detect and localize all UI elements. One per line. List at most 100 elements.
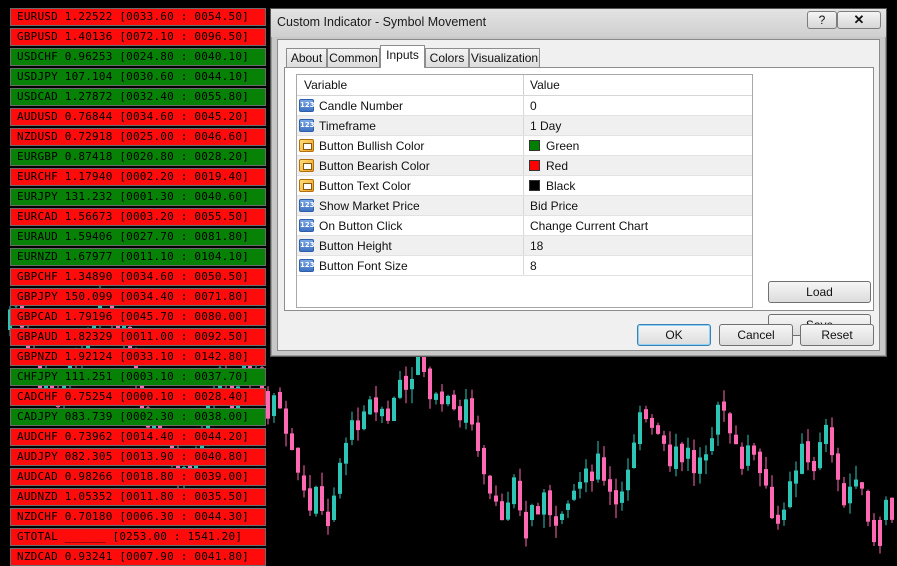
symbol-button[interactable]: EURJPY 131.232 [0001.30 : 0040.60] (10, 188, 266, 206)
variable-value[interactable]: 1 Day (530, 119, 561, 133)
ok-button[interactable]: OK (637, 324, 711, 346)
symbol-button[interactable]: EURAUD 1.59406 [0027.70 : 0081.80] (10, 228, 266, 246)
symbol-button[interactable]: NZDUSD 0.72918 [0025.00 : 0046.60] (10, 128, 266, 146)
symbol-button[interactable]: NZDCHF 0.70180 [0006.30 : 0044.30] (10, 508, 266, 526)
symbol-button[interactable]: EURGBP 0.87418 [0020.80 : 0028.20] (10, 148, 266, 166)
candle-body (674, 446, 678, 469)
table-row[interactable]: 123 On Button Click Change Current Chart (297, 216, 752, 236)
candle-body (302, 475, 306, 491)
symbol-button[interactable]: EURUSD 1.22522 [0033.60 : 0054.50] (10, 8, 266, 26)
inputs-table[interactable]: Variable Value 123 Candle Number 0 123 Timef… (296, 74, 753, 308)
table-row[interactable]: 123 Show Market Price Bid Price (297, 196, 752, 216)
candle-body (332, 495, 336, 520)
variable-value[interactable]: Change Current Chart (530, 219, 648, 233)
tab-about[interactable]: About (286, 48, 327, 67)
symbol-button[interactable]: GBPAUD 1.82329 [0011.00 : 0092.50] (10, 328, 266, 346)
total-button[interactable]: GTOTAL ______ [0253.00 : 1541.20] (10, 528, 266, 546)
candle-body (656, 425, 660, 434)
table-row[interactable]: Button Bearish Color Red (297, 156, 752, 176)
column-divider[interactable] (523, 75, 524, 95)
symbol-button[interactable]: USDCHF 0.96253 [0024.80 : 0040.10] (10, 48, 266, 66)
candle-body (866, 490, 870, 522)
table-row[interactable]: Button Bullish Color Green (297, 136, 752, 156)
symbol-button[interactable]: AUDUSD 0.76844 [0034.60 : 0045.20] (10, 108, 266, 126)
candle-body (842, 483, 846, 506)
column-header-value[interactable]: Value (530, 78, 560, 92)
symbol-button[interactable]: GBPCHF 1.34890 [0034.60 : 0050.50] (10, 268, 266, 286)
variable-value[interactable]: 0 (530, 99, 537, 113)
variable-value[interactable]: Green (546, 139, 579, 153)
candle-body (836, 453, 840, 480)
table-row[interactable]: 123 Button Font Size 8 (297, 256, 752, 276)
candle-body (518, 480, 522, 511)
symbol-button[interactable]: AUDNZD 1.05352 [0011.80 : 0035.50] (10, 488, 266, 506)
symbol-button[interactable]: CADJPY 083.739 [0002.30 : 0038.00] (10, 408, 266, 426)
variable-name: Button Font Size (319, 259, 408, 273)
variable-value[interactable]: 18 (530, 239, 543, 253)
symbol-button[interactable]: AUDCHF 0.73962 [0014.40 : 0044.20] (10, 428, 266, 446)
candle-body (512, 477, 516, 505)
candle-body (434, 393, 438, 400)
column-header-variable[interactable]: Variable (304, 78, 347, 92)
column-divider (523, 176, 524, 195)
tab-visualization[interactable]: Visualization (469, 48, 540, 67)
candle-body (776, 514, 780, 524)
candle-body (488, 475, 492, 494)
candle-body (482, 447, 486, 475)
candle-body (752, 445, 756, 455)
candle-body (494, 495, 498, 502)
color-swatch (529, 180, 540, 191)
number-icon: 123 (299, 119, 315, 132)
tab-inputs[interactable]: Inputs (380, 45, 425, 68)
candle-body (566, 503, 570, 510)
load-button[interactable]: Load (768, 281, 871, 303)
table-row[interactable]: 123 Timeframe 1 Day (297, 116, 752, 136)
candle-body (890, 497, 894, 520)
variable-value[interactable]: Bid Price (530, 199, 578, 213)
candle-body (314, 486, 318, 514)
symbol-button[interactable]: GBPCAD 1.79196 [0045.70 : 0080.00] (10, 308, 266, 326)
reset-button[interactable]: Reset (800, 324, 874, 346)
symbol-button[interactable]: USDJPY 107.104 [0030.60 : 0044.10] (10, 68, 266, 86)
candle-body (446, 395, 450, 405)
indicator-dialog: Custom Indicator - Symbol Movement ? ✕ A… (270, 8, 887, 357)
candle-body (572, 490, 576, 500)
candle-body (620, 491, 624, 503)
table-row[interactable]: Button Text Color Black (297, 176, 752, 196)
symbol-button[interactable]: NZDCAD 0.93241 [0007.90 : 0041.80] (10, 548, 266, 566)
candle-body (830, 427, 834, 456)
dialog-titlebar[interactable]: Custom Indicator - Symbol Movement ? ✕ (271, 9, 886, 37)
symbol-button[interactable]: CHFJPY 111.251 [0003.10 : 0037.70] (10, 368, 266, 386)
symbol-button[interactable]: GBPJPY 150.099 [0034.40 : 0071.80] (10, 288, 266, 306)
symbol-button[interactable]: GBPUSD 1.40136 [0072.10 : 0096.50] (10, 28, 266, 46)
symbol-button[interactable]: AUDCAD 0.98266 [0018.80 : 0039.00] (10, 468, 266, 486)
tab-colors[interactable]: Colors (425, 48, 469, 67)
cancel-button[interactable]: Cancel (719, 324, 793, 346)
candle-body (344, 442, 348, 464)
symbol-button[interactable]: CADCHF 0.75254 [0000.10 : 0028.40] (10, 388, 266, 406)
variable-value[interactable]: 8 (530, 259, 537, 273)
symbol-button[interactable]: USDCAD 1.27872 [0032.40 : 0055.80] (10, 88, 266, 106)
column-divider (523, 256, 524, 275)
variable-name: Button Bullish Color (319, 139, 425, 153)
candle-body (878, 520, 882, 546)
symbol-button[interactable]: AUDJPY 082.305 [0013.90 : 0040.80] (10, 448, 266, 466)
table-row[interactable]: 123 Candle Number 0 (297, 96, 752, 116)
candle-body (860, 482, 864, 489)
variable-value[interactable]: Black (546, 179, 575, 193)
close-icon[interactable]: ✕ (837, 11, 881, 29)
symbol-button[interactable]: EURCAD 1.56673 [0003.20 : 0055.50] (10, 208, 266, 226)
variable-value[interactable]: Red (546, 159, 568, 173)
table-row[interactable]: 123 Button Height 18 (297, 236, 752, 256)
candle-body (740, 446, 744, 469)
variable-name: Button Height (319, 239, 392, 253)
symbol-button[interactable]: EURCHF 1.17940 [0002.20 : 0019.40] (10, 168, 266, 186)
symbol-button[interactable]: GBPNZD 1.92124 [0033.10 : 0142.80] (10, 348, 266, 366)
tab-common[interactable]: Common (327, 48, 380, 67)
candle-body (458, 406, 462, 421)
symbol-button[interactable]: EURNZD 1.67977 [0011.10 : 0104.10] (10, 248, 266, 266)
candle-body (662, 435, 666, 444)
column-divider (523, 96, 524, 115)
candle-body (374, 397, 378, 413)
help-button[interactable]: ? (807, 11, 837, 29)
